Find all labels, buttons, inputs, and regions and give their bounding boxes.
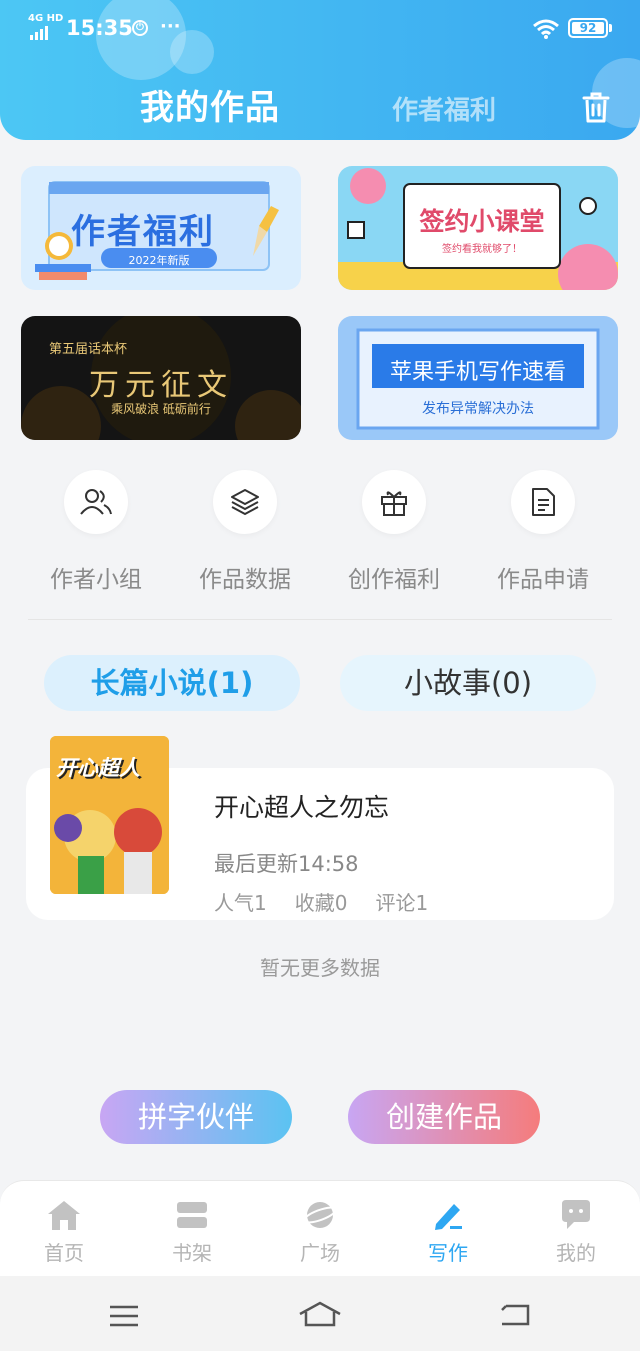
stat-favorites: 收藏0 — [294, 891, 348, 915]
book-updated: 最后更新14:58 — [214, 852, 359, 876]
no-more-data: 暂无更多数据 — [260, 956, 380, 980]
clock: 15:35 — [66, 16, 133, 40]
tab-my-works[interactable]: 我的作品 — [140, 80, 280, 129]
document-icon — [511, 470, 575, 534]
network-indicator: 4G HD — [28, 13, 64, 24]
banner-subtitle: 签约看我就够了！ — [442, 244, 522, 255]
create-work-button[interactable]: 创建作品 — [348, 1090, 540, 1144]
users-icon — [64, 470, 128, 534]
header: 4G HD 15:35 ⏻ ··· 92 我的作品 作者福利 — [0, 0, 640, 140]
quick-label: 作品申请 — [497, 567, 589, 593]
partner-button[interactable]: 拼字伙伴 — [100, 1090, 292, 1144]
banner-signing-class[interactable]: 签约小课堂 签约看我就够了！ — [338, 166, 618, 290]
quick-label: 作者小组 — [50, 567, 142, 593]
banner-subtitle: 2022年新版 — [128, 254, 190, 267]
system-nav-bar — [0, 1276, 640, 1351]
menu-icon[interactable] — [108, 1304, 140, 1328]
notification-icon: ⏻ — [132, 20, 148, 36]
battery-icon: 92 — [568, 18, 608, 38]
banner-title: 作者福利 — [71, 212, 215, 252]
gift-icon — [362, 470, 426, 534]
back-icon[interactable] — [498, 1302, 532, 1328]
banner-iphone-writing[interactable]: 苹果手机写作速看 发布异常解决办法 — [338, 316, 618, 440]
stat-popularity: 人气1 — [214, 891, 267, 915]
bookshelf-icon — [128, 1195, 256, 1235]
quick-author-group[interactable]: 作者小组 — [21, 470, 171, 594]
banner-author-welfare[interactable]: 作者福利 2022年新版 — [21, 166, 301, 290]
cover-title: 开心超人 — [56, 756, 140, 780]
tab-long-novel[interactable]: 长篇小说(1) — [44, 655, 300, 711]
nav-bookshelf[interactable]: 书架 — [128, 1195, 256, 1266]
bottom-tabbar: 首页 书架 广场 写作 我的 — [0, 1180, 640, 1277]
nav-home[interactable]: 首页 — [0, 1195, 128, 1266]
chat-icon — [512, 1195, 640, 1235]
banner-subtitle: 乘风破浪 砥砺前行 — [111, 402, 211, 416]
trash-icon[interactable] — [580, 90, 612, 124]
book-cover[interactable]: 开心超人 — [50, 736, 169, 894]
quick-creation-welfare[interactable]: 创作福利 — [319, 470, 469, 594]
banner-subtitle: 发布异常解决办法 — [422, 401, 534, 417]
quick-works-apply[interactable]: 作品申请 — [468, 470, 618, 594]
banner-title: 万元征文 — [89, 368, 233, 403]
home-nav-icon[interactable] — [298, 1300, 342, 1328]
quick-works-data[interactable]: 作品数据 — [170, 470, 320, 594]
stat-comments: 评论1 — [375, 891, 429, 915]
nav-mine[interactable]: 我的 — [512, 1195, 640, 1266]
status-bar: 4G HD 15:35 ⏻ ··· 92 — [0, 12, 640, 44]
quick-label: 创作福利 — [348, 567, 440, 593]
nav-square[interactable]: 广场 — [256, 1195, 384, 1266]
nav-writing[interactable]: 写作 — [384, 1195, 512, 1266]
more-dots-icon: ··· — [160, 16, 181, 37]
book-title[interactable]: 开心超人之勿忘 — [214, 788, 389, 824]
banner-title: 签约小课堂 — [419, 207, 545, 236]
banner-title: 苹果手机写作速看 — [389, 360, 566, 385]
book-stats: 人气1 收藏0 评论1 — [214, 887, 456, 916]
signal-icon — [30, 26, 48, 40]
divider — [28, 619, 612, 620]
tab-short-story[interactable]: 小故事(0) — [340, 655, 596, 711]
pen-icon — [384, 1195, 512, 1235]
layers-icon — [213, 470, 277, 534]
home-icon — [0, 1195, 128, 1235]
banner-essay-contest[interactable]: 第五届话本杯 万元征文 乘风破浪 砥砺前行 — [21, 316, 301, 440]
quick-label: 作品数据 — [199, 567, 291, 593]
planet-icon — [256, 1195, 384, 1235]
banner-top: 第五届话本杯 — [49, 342, 128, 357]
wifi-icon — [533, 19, 559, 39]
tab-author-welfare[interactable]: 作者福利 — [392, 90, 496, 127]
